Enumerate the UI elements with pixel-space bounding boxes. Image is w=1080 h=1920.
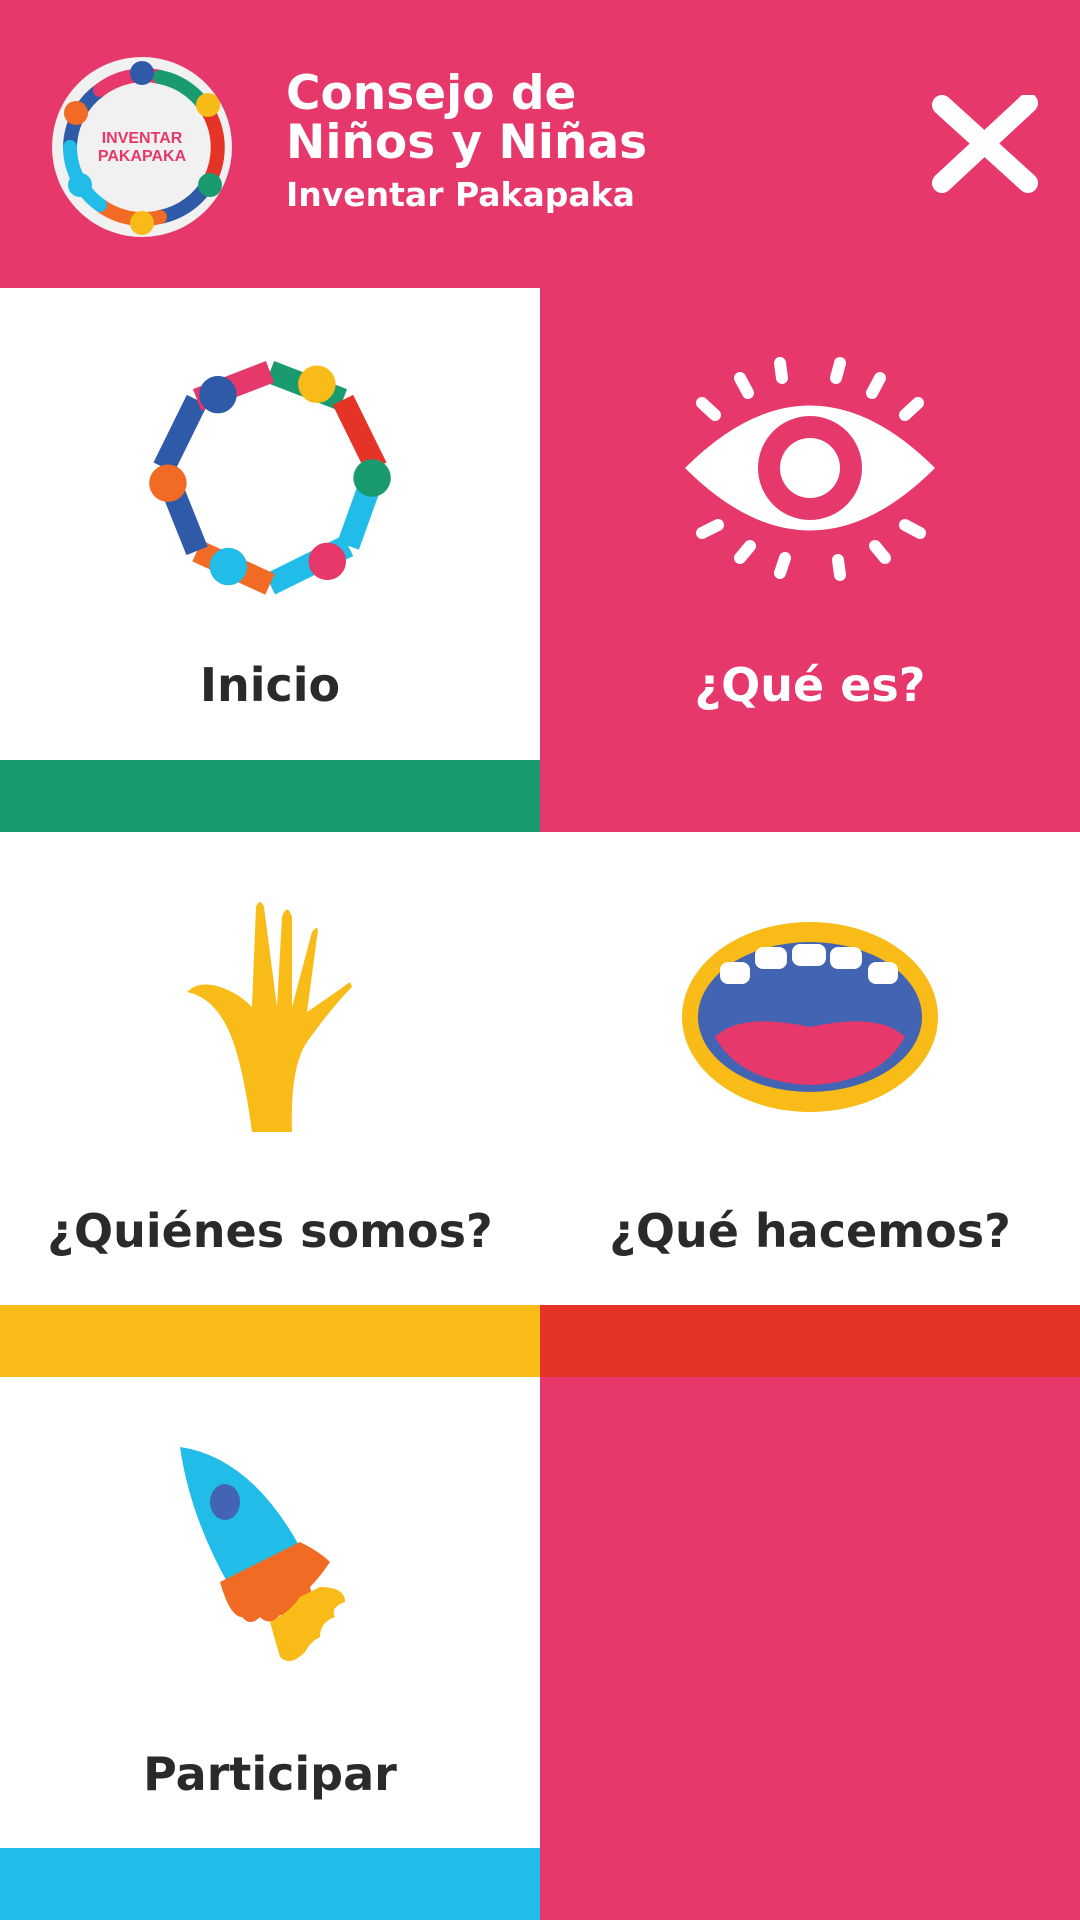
mouth-icon	[682, 922, 938, 1112]
logo-text-2: PAKAPAKA	[98, 148, 187, 165]
logo-text-1: INVENTAR	[102, 130, 183, 147]
app-title: Consejo de Niños y Niñas Inventar Pakapa…	[286, 70, 647, 211]
menu-bar-quienes-somos	[0, 1305, 540, 1377]
children-ring-icon	[149, 361, 391, 595]
menu-bar-que-hacemos	[540, 1305, 1080, 1377]
subtitle: Inventar Pakapaka	[286, 175, 635, 214]
hand-icon	[187, 902, 352, 1132]
eye-icon	[685, 357, 935, 581]
menu-item-quienes-somos[interactable]: ¿Quiénes somos?	[0, 832, 540, 1305]
menu-item-que-hacemos[interactable]: ¿Qué hacemos?	[540, 832, 1080, 1305]
menu-bar-participar	[0, 1848, 540, 1920]
menu-label-que-es: ¿Qué es?	[694, 658, 926, 712]
title-line-2: Niños y Niñas	[286, 115, 648, 170]
pakapaka-logo[interactable]: INVENTAR PAKAPAKA	[50, 55, 234, 239]
title-line-1: Consejo de	[286, 66, 577, 121]
app-header: INVENTAR PAKAPAKA Consejo de Niños y Niñ…	[0, 0, 1080, 288]
menu-label-quienes-somos: ¿Quiénes somos?	[47, 1204, 493, 1258]
menu-label-participar: Participar	[143, 1747, 397, 1801]
close-icon[interactable]	[930, 95, 1040, 195]
menu-item-que-es[interactable]: ¿Qué es?	[540, 288, 1080, 832]
menu-label-que-hacemos: ¿Qué hacemos?	[609, 1204, 1011, 1258]
menu-bar-inicio	[0, 760, 540, 832]
rocket-icon	[180, 1447, 345, 1661]
menu-item-participar[interactable]: Participar	[0, 1377, 540, 1848]
menu-label-inicio: Inicio	[199, 658, 341, 712]
menu-item-inicio[interactable]: Inicio	[0, 288, 540, 832]
